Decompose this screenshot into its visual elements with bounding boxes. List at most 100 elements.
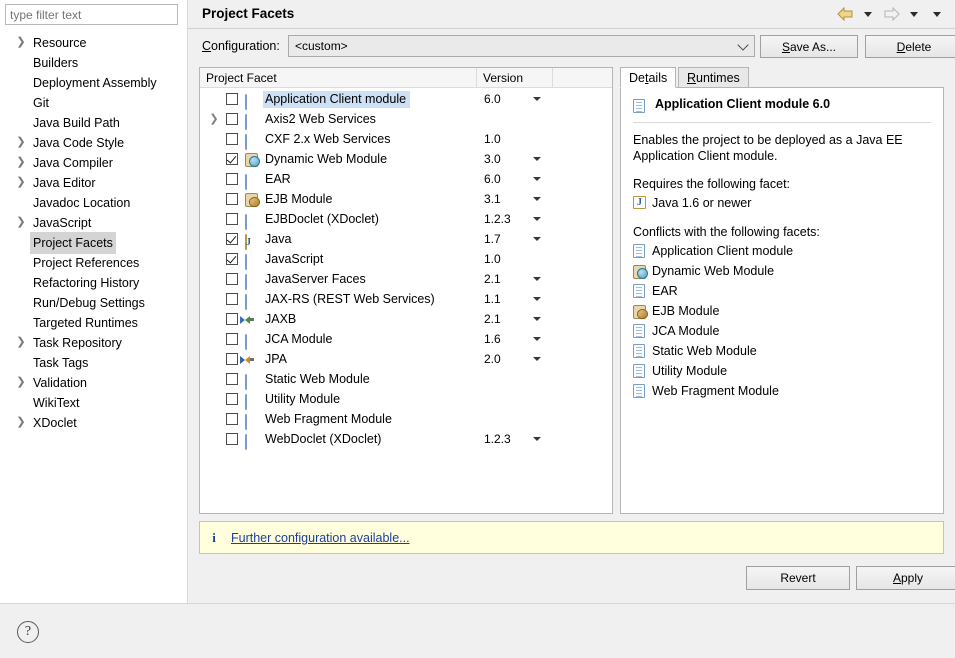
facet-checkbox[interactable] — [226, 333, 238, 345]
facet-name: Application Client module — [263, 91, 410, 108]
chevron-right-icon[interactable]: ❯ — [15, 372, 27, 392]
configuration-dropdown[interactable]: <custom> — [288, 35, 755, 57]
facet-checkbox[interactable] — [226, 93, 238, 105]
facet-checkbox[interactable] — [226, 233, 238, 245]
facet-row[interactable]: EJB Module3.1 — [200, 189, 612, 209]
version-dropdown-icon[interactable] — [533, 277, 541, 281]
sidebar-item-resource[interactable]: ❯Resource — [0, 32, 187, 52]
facet-checkbox[interactable] — [226, 273, 238, 285]
version-dropdown-icon[interactable] — [533, 337, 541, 341]
sidebar-item-java-build-path[interactable]: Java Build Path — [0, 112, 187, 132]
facet-checkbox[interactable] — [226, 193, 238, 205]
version-dropdown-icon[interactable] — [533, 437, 541, 441]
facet-row[interactable]: Application Client module6.0 — [200, 89, 612, 109]
facet-checkbox[interactable] — [226, 373, 238, 385]
tab-details[interactable]: Details — [620, 67, 676, 88]
view-menu-icon[interactable] — [927, 5, 947, 23]
revert-button[interactable]: Revert — [746, 566, 850, 590]
sidebar-item-deployment-assembly[interactable]: Deployment Assembly — [0, 72, 187, 92]
facet-checkbox[interactable] — [226, 433, 238, 445]
version-dropdown-icon[interactable] — [533, 317, 541, 321]
sidebar-item-validation[interactable]: ❯Validation — [0, 372, 187, 392]
sidebar-item-wikitext[interactable]: WikiText — [0, 392, 187, 412]
facet-checkbox[interactable] — [226, 313, 238, 325]
sidebar-item-task-tags[interactable]: Task Tags — [0, 352, 187, 372]
document-icon — [633, 324, 645, 338]
sidebar-item-java-code-style[interactable]: ❯Java Code Style — [0, 132, 187, 152]
facet-row[interactable]: EAR6.0 — [200, 169, 612, 189]
facet-checkbox[interactable] — [226, 353, 238, 365]
further-configuration-link[interactable]: Further configuration available... — [231, 531, 410, 545]
sidebar-item-java-editor[interactable]: ❯Java Editor — [0, 172, 187, 192]
sidebar-item-label: Validation — [30, 372, 90, 394]
save-as-button[interactable]: Save As... — [760, 35, 858, 58]
facet-row[interactable]: JPA2.0 — [200, 349, 612, 369]
details-facet-title-row: Application Client module 6.0 — [633, 97, 931, 117]
facet-row[interactable]: JCA Module1.6 — [200, 329, 612, 349]
facet-checkbox[interactable] — [226, 213, 238, 225]
back-dropdown-icon[interactable] — [858, 5, 878, 23]
facet-row[interactable]: Dynamic Web Module3.0 — [200, 149, 612, 169]
version-dropdown-icon[interactable] — [533, 197, 541, 201]
tab-runtimes[interactable]: Runtimes — [678, 67, 749, 88]
version-dropdown-icon[interactable] — [533, 217, 541, 221]
facet-checkbox[interactable] — [226, 133, 238, 145]
filter-input[interactable] — [5, 4, 178, 25]
chevron-right-icon[interactable]: ❯ — [15, 32, 27, 52]
apply-button[interactable]: Apply — [856, 566, 955, 590]
facet-row[interactable]: ❯Axis2 Web Services — [200, 109, 612, 129]
version-dropdown-icon[interactable] — [533, 357, 541, 361]
version-dropdown-icon[interactable] — [533, 297, 541, 301]
chevron-right-icon[interactable]: ❯ — [15, 212, 27, 232]
column-header-project-facet[interactable]: Project Facet — [206, 71, 277, 85]
chevron-right-icon[interactable]: ❯ — [15, 152, 27, 172]
facet-row[interactable]: CXF 2.x Web Services1.0 — [200, 129, 612, 149]
sidebar-item-javadoc-location[interactable]: Javadoc Location — [0, 192, 187, 212]
facet-checkbox[interactable] — [226, 293, 238, 305]
back-arrow-icon[interactable] — [835, 5, 855, 23]
sidebar-item-project-references[interactable]: Project References — [0, 252, 187, 272]
chevron-right-icon[interactable]: ❯ — [208, 109, 220, 129]
chevron-right-icon[interactable]: ❯ — [15, 172, 27, 192]
facet-row[interactable]: Static Web Module — [200, 369, 612, 389]
facet-checkbox[interactable] — [226, 253, 238, 265]
facet-row[interactable]: JavaScript1.0 — [200, 249, 612, 269]
facet-row[interactable]: JAXB2.1 — [200, 309, 612, 329]
sidebar-item-label: Task Tags — [30, 352, 91, 374]
facet-checkbox[interactable] — [226, 113, 238, 125]
version-dropdown-icon[interactable] — [533, 157, 541, 161]
sidebar-item-targeted-runtimes[interactable]: Targeted Runtimes — [0, 312, 187, 332]
facet-row[interactable]: Java1.7 — [200, 229, 612, 249]
column-header-version[interactable]: Version — [483, 71, 523, 85]
facet-row[interactable]: EJBDoclet (XDoclet)1.2.3 — [200, 209, 612, 229]
help-icon[interactable]: ? — [17, 621, 39, 643]
sidebar-item-git[interactable]: Git — [0, 92, 187, 112]
delete-button[interactable]: Delete — [865, 35, 955, 58]
facet-row[interactable]: Web Fragment Module — [200, 409, 612, 429]
facet-row[interactable]: Utility Module — [200, 389, 612, 409]
sidebar-item-project-facets[interactable]: Project Facets — [0, 232, 187, 252]
facet-table-header: Project Facet Version — [200, 68, 612, 88]
version-dropdown-icon[interactable] — [533, 237, 541, 241]
facet-checkbox[interactable] — [226, 413, 238, 425]
sidebar-item-task-repository[interactable]: ❯Task Repository — [0, 332, 187, 352]
sidebar-item-builders[interactable]: Builders — [0, 52, 187, 72]
facet-checkbox[interactable] — [226, 173, 238, 185]
sidebar-item-refactoring-history[interactable]: Refactoring History — [0, 272, 187, 292]
facet-row[interactable]: JavaServer Faces2.1 — [200, 269, 612, 289]
chevron-right-icon[interactable]: ❯ — [15, 332, 27, 352]
sidebar-item-javascript[interactable]: ❯JavaScript — [0, 212, 187, 232]
facet-checkbox[interactable] — [226, 393, 238, 405]
sidebar-item-xdoclet[interactable]: ❯XDoclet — [0, 412, 187, 432]
chevron-right-icon[interactable]: ❯ — [15, 412, 27, 432]
chevron-right-icon[interactable]: ❯ — [15, 132, 27, 152]
forward-dropdown-icon[interactable] — [904, 5, 924, 23]
facet-checkbox[interactable] — [226, 153, 238, 165]
sidebar-item-run-debug-settings[interactable]: Run/Debug Settings — [0, 292, 187, 312]
facet-row[interactable]: WebDoclet (XDoclet)1.2.3 — [200, 429, 612, 449]
details-conflicts-list: Application Client moduleDynamic Web Mod… — [621, 243, 943, 400]
version-dropdown-icon[interactable] — [533, 97, 541, 101]
sidebar-item-java-compiler[interactable]: ❯Java Compiler — [0, 152, 187, 172]
facet-row[interactable]: JAX-RS (REST Web Services)1.1 — [200, 289, 612, 309]
version-dropdown-icon[interactable] — [533, 177, 541, 181]
